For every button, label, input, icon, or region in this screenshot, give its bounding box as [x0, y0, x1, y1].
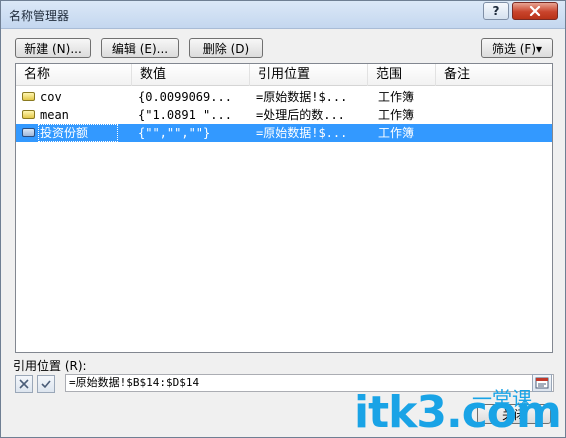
watermark-logo: itk3.com 一堂课: [354, 381, 562, 438]
row-refers-to: =处理后的数...: [256, 108, 345, 122]
row-comment: [444, 124, 544, 142]
filter-button[interactable]: 筛选 (F)▾: [481, 38, 553, 58]
table-row-selected[interactable]: 投资份额 {"","",""} =原始数据!$... 工作簿: [16, 124, 552, 142]
row-scope: 工作簿: [378, 126, 415, 140]
column-header-value[interactable]: 数值: [132, 64, 250, 86]
edit-button[interactable]: 编辑 (E)...: [101, 38, 179, 58]
named-range-icon: [22, 128, 35, 137]
refers-to-value: =原始数据!$B$14:$D$14: [69, 376, 200, 389]
row-name: cov: [40, 90, 62, 104]
cancel-x-icon: [19, 379, 29, 389]
row-comment: [444, 88, 544, 106]
row-refers-to: =原始数据!$...: [256, 90, 348, 104]
row-scope: 工作簿: [378, 90, 415, 104]
column-header-scope[interactable]: 范围: [368, 64, 436, 86]
new-button[interactable]: 新建 (N)...: [15, 38, 91, 58]
list-header: 名称 数值 引用位置 范围 备注: [16, 64, 552, 86]
named-range-icon: [22, 110, 35, 119]
refers-to-label: 引用位置 (R):: [13, 359, 87, 373]
delete-button[interactable]: 删除 (D): [189, 38, 263, 58]
column-header-refers-to[interactable]: 引用位置: [250, 64, 368, 86]
checkmark-icon: [41, 380, 51, 389]
table-row[interactable]: mean {"1.0891 "... =处理后的数... 工作簿: [16, 106, 552, 124]
help-icon: ?: [492, 4, 500, 18]
row-refers-to: =原始数据!$...: [256, 126, 348, 140]
row-comment: [444, 106, 544, 124]
confirm-edit-button[interactable]: [37, 375, 55, 393]
row-name: 投资份额: [40, 126, 89, 140]
name-manager-dialog: 名称管理器 ? 新建 (N)... 编辑 (E)... 删除 (D) 筛选 (F…: [0, 0, 566, 438]
window-title: 名称管理器: [9, 9, 70, 23]
close-icon: [529, 6, 541, 16]
table-row[interactable]: cov {0.0099069... =原始数据!$... 工作簿: [16, 88, 552, 106]
row-value: {"","",""}: [138, 126, 211, 140]
names-list[interactable]: 名称 数值 引用位置 范围 备注 cov {0.0099069... =原始数据…: [15, 63, 553, 353]
title-bar[interactable]: 名称管理器 ?: [1, 1, 565, 29]
column-header-comment[interactable]: 备注: [436, 64, 552, 86]
row-value: {0.0099069...: [138, 90, 232, 104]
close-window-button[interactable]: [512, 2, 558, 20]
watermark-sub: 一堂课: [472, 387, 532, 411]
help-button[interactable]: ?: [483, 2, 509, 20]
column-header-name[interactable]: 名称: [16, 64, 132, 86]
row-name: mean: [40, 108, 69, 122]
cancel-edit-button[interactable]: [15, 375, 33, 393]
row-value: {"1.0891 "...: [138, 108, 232, 122]
named-range-icon: [22, 92, 35, 101]
row-scope: 工作簿: [378, 108, 415, 122]
